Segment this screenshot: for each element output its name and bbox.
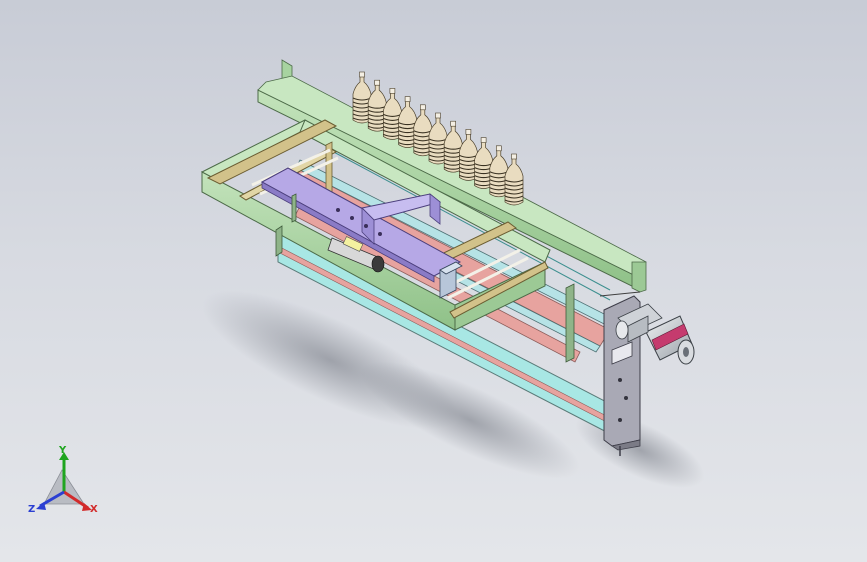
bottle <box>504 153 524 206</box>
drive-shaft <box>599 291 641 297</box>
triad-z-label: Z <box>28 504 36 515</box>
triad-x-label: X <box>90 504 98 515</box>
view-orientation-triad[interactable]: Y X Z <box>26 445 106 520</box>
machine-model[interactable] <box>0 0 867 562</box>
triad-y-label: Y <box>59 445 67 456</box>
cad-viewport[interactable]: Y X Z <box>0 0 867 562</box>
